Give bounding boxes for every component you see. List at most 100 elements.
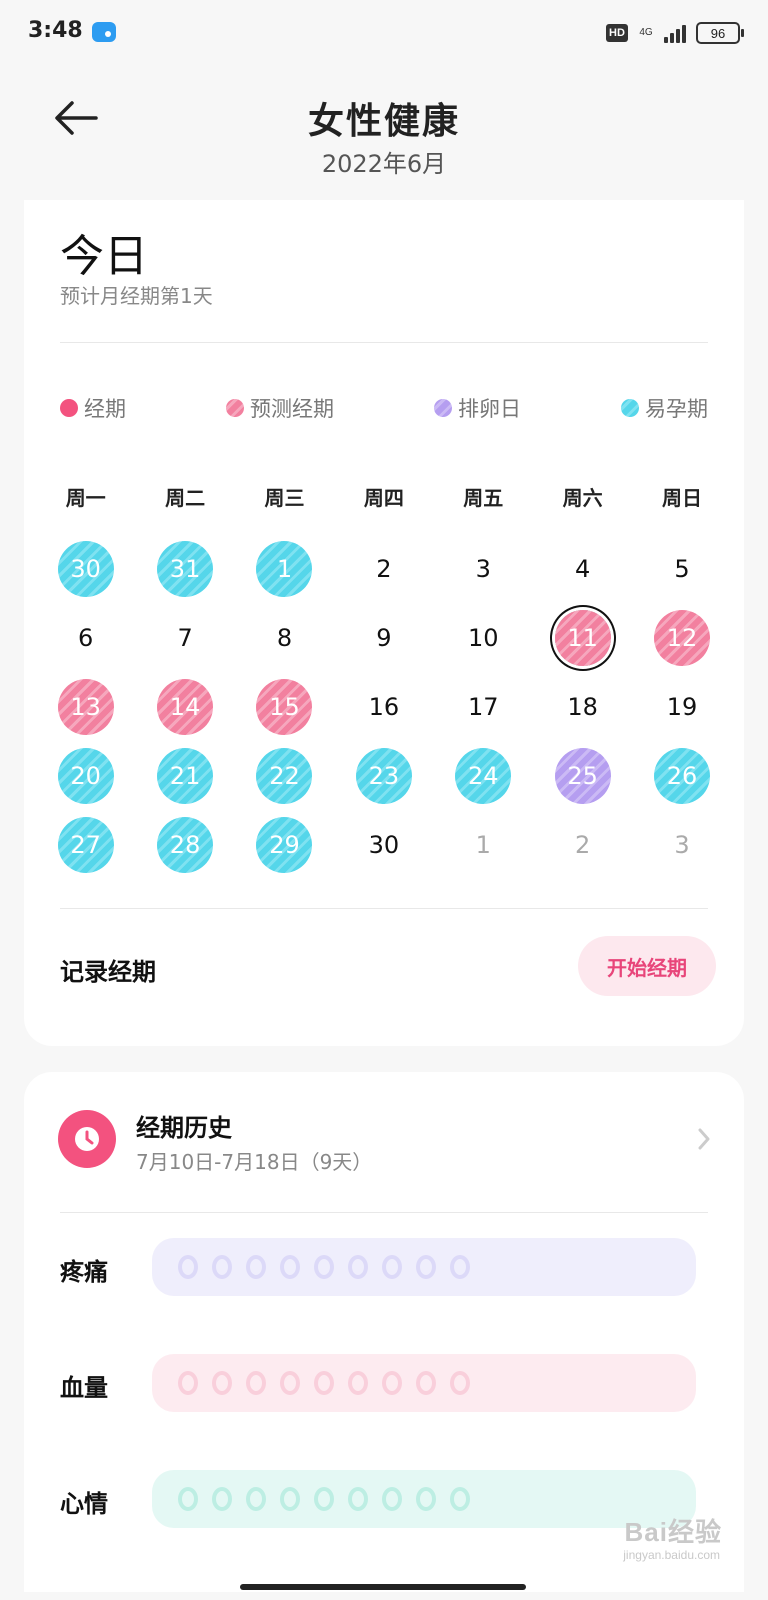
calendar-cell[interactable]: 14 [135,672,234,741]
calendar-day: 16 [368,692,400,721]
calendar-cell[interactable]: 19 [632,672,731,741]
calendar-cell[interactable]: 10 [434,603,533,672]
page-subtitle: 2022年6月 [321,150,447,178]
rating-circle-icon[interactable] [348,1487,368,1511]
rating-circle-icon[interactable] [416,1371,436,1395]
hd-icon: HD [606,24,628,42]
calendar-cell[interactable]: 25 [533,741,632,810]
rating-circle-icon[interactable] [178,1487,198,1511]
clock-icon [58,1110,116,1168]
calendar-cell[interactable]: 12 [632,603,731,672]
calendar-cell[interactable]: 20 [36,741,135,810]
status-time: 3:48 [28,18,83,43]
pain-label: 疼痛 [60,1258,108,1286]
calendar-cell[interactable]: 28 [135,810,234,879]
calendar-day: 15 [256,678,313,735]
calendar-day: 31 [157,540,214,597]
flow-label: 血量 [60,1374,108,1402]
rating-circle-icon[interactable] [416,1487,436,1511]
calendar-cell[interactable]: 16 [334,672,433,741]
calendar-cell[interactable]: 30 [36,534,135,603]
mood-rating[interactable] [152,1470,696,1528]
legend-label: 排卵日 [458,397,521,421]
calendar-cell[interactable]: 18 [533,672,632,741]
calendar-cell[interactable]: 22 [235,741,334,810]
calendar-day: 26 [654,747,711,804]
calendar-cell[interactable]: 4 [533,534,632,603]
calendar-cell[interactable]: 1 [434,810,533,879]
flow-rating[interactable] [152,1354,696,1412]
rating-circle-icon[interactable] [246,1371,266,1395]
calendar-cell[interactable]: 21 [135,741,234,810]
rating-circle-icon[interactable] [382,1371,402,1395]
rating-circle-icon[interactable] [212,1255,232,1279]
rating-circle-icon[interactable] [450,1487,470,1511]
today-status: 预计月经期第1天 [60,284,213,308]
calendar-day: 1 [256,540,313,597]
network-type: 4G [639,27,653,38]
rating-circle-icon[interactable] [178,1371,198,1395]
weekday-label: 周四 [363,486,404,510]
calendar-day: 17 [467,692,499,721]
calendar-cell[interactable]: 15 [235,672,334,741]
calendar-cell[interactable]: 27 [36,810,135,879]
rating-circle-icon[interactable] [382,1487,402,1511]
watermark-logo: Bai经验 [624,1517,722,1547]
calendar-day: 8 [276,623,293,652]
calendar-cell[interactable]: 26 [632,741,731,810]
rating-circle-icon[interactable] [280,1255,300,1279]
pain-rating[interactable] [152,1238,696,1296]
status-bar: 3:48 HD 4G 96 [0,0,768,64]
calendar-cell[interactable]: 11 [533,603,632,672]
legend-label: 预测经期 [250,397,334,421]
history-range: 7月10日-7月18日（9天） [136,1150,373,1174]
calendar-cell[interactable]: 2 [533,810,632,879]
calendar-cell[interactable]: 6 [36,603,135,672]
rating-circle-icon[interactable] [348,1371,368,1395]
start-period-button[interactable]: 开始经期 [578,936,716,996]
period-dot-icon [60,399,78,417]
calendar-cell[interactable]: 3 [632,810,731,879]
rating-circle-icon[interactable] [178,1255,198,1279]
legend-period: 经期 [60,393,126,423]
calendar-day: 23 [355,747,412,804]
rating-circle-icon[interactable] [280,1487,300,1511]
calendar-cell[interactable]: 30 [334,810,433,879]
calendar-day: 27 [57,816,114,873]
calendar-cell[interactable]: 5 [632,534,731,603]
rating-circle-icon[interactable] [314,1255,334,1279]
signal-icon [664,23,686,43]
battery-icon: 96 [696,22,744,44]
rating-circle-icon[interactable] [416,1255,436,1279]
calendar-day: 29 [256,816,313,873]
rating-circle-icon[interactable] [348,1255,368,1279]
rating-circle-icon[interactable] [314,1371,334,1395]
calendar-cell[interactable]: 29 [235,810,334,879]
calendar-day: 19 [666,692,698,721]
rating-circle-icon[interactable] [450,1255,470,1279]
calendar-cell[interactable]: 8 [235,603,334,672]
rating-circle-icon[interactable] [212,1371,232,1395]
rating-circle-icon[interactable] [246,1255,266,1279]
calendar-day: 5 [674,554,690,583]
rating-circle-icon[interactable] [450,1371,470,1395]
home-indicator[interactable] [240,1584,526,1590]
calendar-cell[interactable]: 13 [36,672,135,741]
calendar-cell[interactable]: 9 [334,603,433,672]
rating-circle-icon[interactable] [314,1487,334,1511]
calendar-cell[interactable]: 1 [235,534,334,603]
rating-circle-icon[interactable] [212,1487,232,1511]
rating-circle-icon[interactable] [246,1487,266,1511]
calendar-cell[interactable]: 3 [434,534,533,603]
rating-circle-icon[interactable] [382,1255,402,1279]
calendar-cell[interactable]: 31 [135,534,234,603]
calendar-day: 4 [575,554,591,583]
rating-circle-icon[interactable] [280,1371,300,1395]
calendar-day: 6 [78,623,94,652]
calendar-cell[interactable]: 23 [334,741,433,810]
calendar-cell[interactable]: 2 [334,534,433,603]
calendar-cell[interactable]: 17 [434,672,533,741]
calendar-cell[interactable]: 24 [434,741,533,810]
calendar-cell[interactable]: 7 [135,603,234,672]
divider [60,908,708,909]
